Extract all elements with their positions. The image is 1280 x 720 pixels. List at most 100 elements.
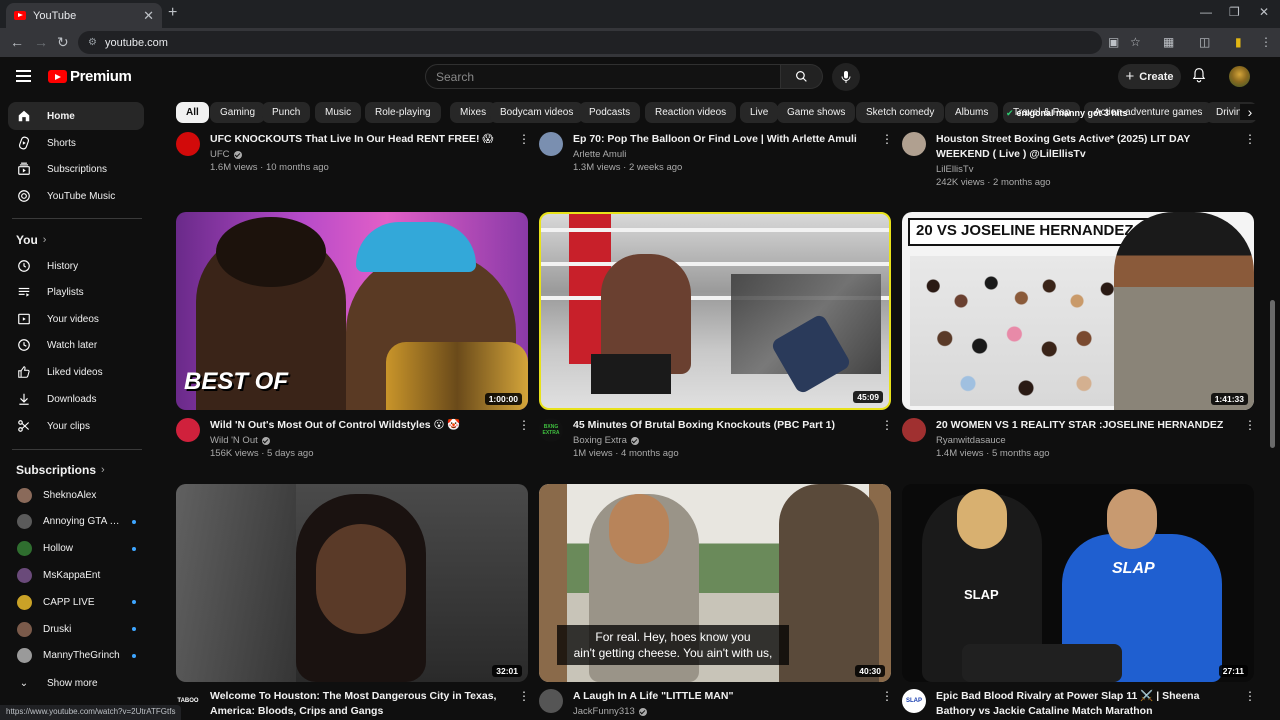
- sidebar-item-liked-videos[interactable]: Liked videos: [8, 358, 144, 386]
- channel-name[interactable]: LilEllisTv: [936, 164, 1234, 175]
- video-title[interactable]: UFC KNOCKOUTS That Live In Our Head RENT…: [210, 132, 508, 147]
- filter-chip[interactable]: Punch: [262, 102, 311, 123]
- extensions-icon[interactable]: ▦: [1163, 35, 1174, 49]
- notifications-bell-icon[interactable]: [1192, 67, 1206, 88]
- channel-avatar[interactable]: [176, 418, 200, 442]
- sidebar-you-heading[interactable]: You ›: [16, 233, 46, 247]
- more-options-icon[interactable]: ⋮: [518, 689, 530, 719]
- channel-avatar[interactable]: [176, 132, 200, 156]
- video-title[interactable]: Ep 70: Pop The Balloon Or Find Love | Wi…: [573, 132, 871, 147]
- more-options-icon[interactable]: ⋮: [1244, 418, 1256, 459]
- filter-chip[interactable]: Live: [740, 102, 779, 123]
- video-thumbnail[interactable]: 20 VS JOSELINE HERNANDEZ 1:41:33: [902, 212, 1254, 410]
- video-title[interactable]: Epic Bad Blood Rivalry at Power Slap 11 …: [936, 689, 1234, 719]
- video-title[interactable]: Houston Street Boxing Gets Active* (2025…: [936, 132, 1234, 162]
- filter-chip[interactable]: Role-playing: [365, 102, 441, 123]
- filter-chip[interactable]: Reaction videos: [645, 102, 737, 123]
- new-tab-button[interactable]: +: [168, 4, 177, 22]
- filter-chip[interactable]: Podcasts: [579, 102, 641, 123]
- filter-chip[interactable]: Gaming: [210, 102, 266, 123]
- voice-search-button[interactable]: [832, 63, 860, 91]
- video-title[interactable]: 45 Minutes Of Brutal Boxing Knockouts (P…: [573, 418, 871, 433]
- browser-menu-icon[interactable]: ⋮: [1260, 35, 1272, 49]
- sidebar-item-history[interactable]: History: [8, 252, 144, 280]
- forward-icon[interactable]: →: [34, 34, 48, 50]
- bookmark-star-icon[interactable]: ☆: [1130, 35, 1141, 49]
- channel-avatar[interactable]: [539, 132, 563, 156]
- sidebar-item-youtube-music[interactable]: YouTube Music: [8, 182, 144, 210]
- channel-name[interactable]: Arlette Amuli: [573, 149, 871, 160]
- sidebar-subscriptions-heading[interactable]: Subscriptions ›: [16, 463, 105, 477]
- more-options-icon[interactable]: ⋮: [881, 689, 893, 717]
- sidepanel-icon[interactable]: ◫: [1199, 35, 1210, 49]
- search-input[interactable]: [436, 69, 780, 84]
- filter-chip[interactable]: Game shows: [777, 102, 856, 123]
- profile-icon[interactable]: ▮: [1235, 35, 1242, 49]
- youtube-premium-logo[interactable]: Premium: [48, 68, 132, 85]
- filter-chip[interactable]: Sketch comedy: [856, 102, 945, 123]
- sidebar-item-your-clips[interactable]: Your clips: [8, 412, 144, 440]
- restore-icon[interactable]: ❐: [1229, 5, 1240, 19]
- chip-scroll-right-icon[interactable]: ›: [1240, 104, 1260, 120]
- site-info-icon[interactable]: ⚙: [88, 37, 97, 48]
- sidebar-item-shorts[interactable]: Shorts: [8, 129, 144, 157]
- sidebar-subscription[interactable]: SheknoAlex: [8, 482, 144, 508]
- account-avatar[interactable]: [1229, 66, 1250, 87]
- search-box[interactable]: [425, 64, 781, 89]
- channel-name[interactable]: UFC: [210, 149, 508, 160]
- video-thumbnail[interactable]: For real. Hey, hoes know you ain't getti…: [539, 484, 891, 682]
- back-icon[interactable]: ←: [10, 34, 24, 50]
- channel-avatar[interactable]: BXNG EXTRA: [539, 418, 563, 442]
- video-thumbnail[interactable]: BEST OF 1:00:00: [176, 212, 528, 410]
- channel-name[interactable]: JackFunny313: [573, 706, 871, 717]
- channel-name[interactable]: Wild 'N Out: [210, 435, 508, 446]
- sidebar-item-playlists[interactable]: Playlists: [8, 278, 144, 306]
- page-scrollbar[interactable]: [1270, 300, 1275, 448]
- sidebar-item-your-videos[interactable]: Your videos: [8, 305, 144, 333]
- window-close-icon[interactable]: ✕: [1259, 5, 1269, 19]
- video-title[interactable]: Welcome To Houston: The Most Dangerous C…: [210, 689, 508, 719]
- filter-chip[interactable]: Music: [315, 102, 362, 123]
- more-options-icon[interactable]: ⋮: [518, 132, 530, 173]
- sidebar-subscription[interactable]: Hollow: [8, 536, 144, 562]
- more-options-icon[interactable]: ⋮: [881, 132, 893, 173]
- search-button[interactable]: [781, 64, 823, 89]
- sidebar-subscription[interactable]: Druski: [8, 616, 144, 642]
- more-options-icon[interactable]: ⋮: [1244, 689, 1256, 719]
- filter-chip[interactable]: All: [176, 102, 209, 123]
- more-options-icon[interactable]: ⋮: [1244, 132, 1256, 188]
- sidebar-item-subscriptions[interactable]: Subscriptions: [8, 155, 144, 183]
- filter-chip[interactable]: Albums: [945, 102, 999, 123]
- tab-close-icon[interactable]: ✕: [143, 8, 154, 24]
- sidebar-subscription[interactable]: Annoying GTA Li...: [8, 509, 144, 535]
- hamburger-menu-icon[interactable]: [16, 70, 31, 82]
- sidebar-subscription[interactable]: MsKappaEnt: [8, 562, 144, 588]
- create-button[interactable]: + Create: [1118, 64, 1181, 89]
- address-bar[interactable]: ⚙ youtube.com: [78, 31, 1102, 54]
- sidebar-subscription[interactable]: MannyTheGrinch: [8, 643, 144, 669]
- more-options-icon[interactable]: ⋮: [881, 418, 893, 459]
- channel-avatar[interactable]: [902, 418, 926, 442]
- video-thumbnail[interactable]: SLAP SLAP 27:11: [902, 484, 1254, 682]
- sidebar-item-downloads[interactable]: Downloads: [8, 385, 144, 413]
- channel-name[interactable]: Boxing Extra: [573, 435, 871, 446]
- sidebar-show-more[interactable]: ⌄ Show more: [8, 669, 144, 697]
- video-title[interactable]: A Laugh In A Life "LITTLE MAN": [573, 689, 871, 704]
- filter-chip[interactable]: Bodycam videos: [490, 102, 584, 123]
- minimize-icon[interactable]: —: [1200, 5, 1212, 19]
- browser-tab-youtube[interactable]: YouTube ✕: [6, 3, 162, 28]
- video-title[interactable]: 20 WOMEN VS 1 REALITY STAR :JOSELINE HER…: [936, 418, 1234, 433]
- sidebar-subscription[interactable]: CAPP LIVE: [8, 589, 144, 615]
- video-title[interactable]: Wild 'N Out's Most Out of Control Wildst…: [210, 418, 508, 433]
- cast-icon[interactable]: ▣: [1108, 35, 1119, 49]
- more-options-icon[interactable]: ⋮: [518, 418, 530, 459]
- reload-icon[interactable]: ↻: [57, 34, 69, 51]
- channel-avatar[interactable]: SLAP: [902, 689, 926, 713]
- channel-avatar[interactable]: [539, 689, 563, 713]
- channel-name[interactable]: Ryanwitdasauce: [936, 435, 1234, 446]
- channel-avatar[interactable]: [902, 132, 926, 156]
- video-thumbnail[interactable]: 32:01: [176, 484, 528, 682]
- sidebar-item-home[interactable]: Home: [8, 102, 144, 130]
- sidebar-item-watch-later[interactable]: Watch later: [8, 331, 144, 359]
- video-thumbnail[interactable]: 45:09: [539, 212, 891, 410]
